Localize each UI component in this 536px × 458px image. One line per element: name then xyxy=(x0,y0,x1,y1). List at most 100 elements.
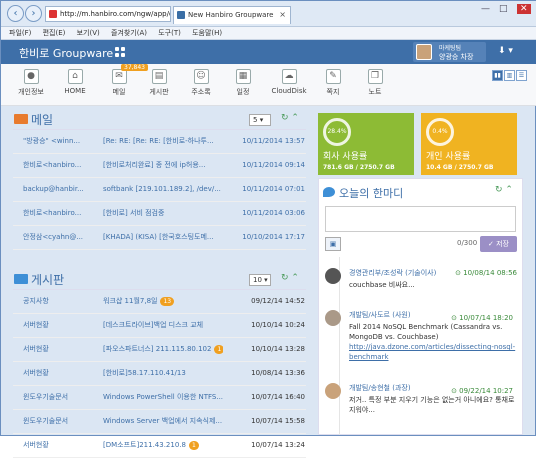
board-subject[interactable]: [한비로]58.17.110.41/13 xyxy=(103,362,223,385)
home-icon: ⌂ xyxy=(67,69,83,84)
mail-subject[interactable]: [KHADA] (KISA) [한국호스팅도메... xyxy=(103,226,223,249)
menu-help[interactable]: 도움말(H) xyxy=(192,29,222,37)
app-grid-icon[interactable] xyxy=(115,47,125,57)
url-text: http://m.hanbiro.com/ngw/app/de xyxy=(60,10,171,18)
mail-panel: 메일 5 ▾ ↻ ⌃ "방광승" <winn... [Re: RE: [Re: R… xyxy=(13,108,306,250)
layout-2col-icon[interactable]: ▮▮ xyxy=(492,70,503,81)
toolbar-item-note[interactable]: ✎ 쪽지 xyxy=(311,69,355,97)
board-category: 서버현황 xyxy=(23,369,49,377)
mail-panel-header: 메일 5 ▾ ↻ ⌃ xyxy=(13,108,306,130)
toolbar-label: 개인정보 xyxy=(18,88,44,96)
board-subject[interactable]: Windows Server 백업에서 지속식제... xyxy=(103,410,223,433)
menu-favorites[interactable]: 즐겨찾기(A) xyxy=(111,29,147,37)
mail-subject[interactable]: softbank [219.101.189.2], /dev/... xyxy=(103,178,223,201)
board-subject[interactable]: [파오스파트너스] 211.115.80.102 1 xyxy=(103,338,223,361)
board-page-size-value: 10 xyxy=(253,276,262,284)
maximize-icon[interactable]: □ xyxy=(499,4,508,14)
browser-menubar: 파일(F) 편집(E) 보기(V) 즐겨찾기(A) 도구(T) 도움말(H) xyxy=(1,27,536,40)
board-row[interactable]: 윈도우기술문서 Windows Server 백업에서 지속식제... 10/07/… xyxy=(13,410,306,434)
cloud-icon: ☁ xyxy=(281,69,297,84)
back-icon[interactable]: ‹ xyxy=(7,5,24,22)
board-subject[interactable]: 워크샵 11월7,8일 13 xyxy=(103,290,223,313)
layout-list-icon[interactable]: ☰ xyxy=(516,70,527,81)
minimize-icon[interactable]: — xyxy=(481,4,490,14)
menu-tools[interactable]: 도구(T) xyxy=(158,29,181,37)
refresh-icon[interactable]: ↻ ⌃ xyxy=(281,273,299,283)
toolbar-item-mail[interactable]: 37,843 ✉ 메일 xyxy=(97,64,148,97)
browser-window: ‹ › http://m.hanbiro.com/ngw/app/de New … xyxy=(0,0,536,458)
menu-file[interactable]: 파일(F) xyxy=(9,29,31,37)
mail-subject[interactable]: [한비로] 서비 점검중 xyxy=(103,202,223,225)
mail-row[interactable]: "방광승" <winn... [Re: RE: [Re: RE: [한비로-하나투… xyxy=(13,130,306,154)
board-icon: ▤ xyxy=(151,69,167,84)
board-row[interactable]: 서버현황 [파오스파트너스] 211.115.80.102 1 10/10/14 13… xyxy=(13,338,306,362)
toolbar-item-home[interactable]: ⌂ HOME xyxy=(53,69,97,95)
board-date: 10/07/14 13:24 xyxy=(251,441,305,449)
browser-tab[interactable]: New Hanbiro Groupware × xyxy=(173,6,291,24)
refresh-icon[interactable]: ↻ ⌃ xyxy=(495,185,513,195)
toolbar-item-board[interactable]: ▤ 게시판 xyxy=(137,69,181,97)
toolbar-item-profile[interactable]: ● 개인정보 xyxy=(9,69,53,97)
avatar xyxy=(416,44,432,60)
note-icon: ✎ xyxy=(325,69,341,84)
mail-row[interactable]: 한비로<hanbiro... [한비로처리완료] 종 전에 ip허용... 10/1… xyxy=(13,154,306,178)
toolbar-label: 노트 xyxy=(368,88,382,96)
board-subject-text: 워크샵 11월7,8일 xyxy=(103,297,158,305)
daily-word-input[interactable] xyxy=(325,206,516,232)
board-page-size-select[interactable]: 10 ▾ xyxy=(249,274,271,286)
layout-switcher: ▮▮ ▥ ☰ xyxy=(491,70,527,81)
user-menu[interactable]: 마케팅팀 양광승 차장 xyxy=(413,42,486,62)
board-subject[interactable]: [데스크트라이브]백업 디스크 교체 xyxy=(103,314,223,337)
avatar xyxy=(325,268,341,284)
post-link[interactable]: http://java.dzone.com/articles/dissectin… xyxy=(349,342,517,362)
mail-page-size-select[interactable]: 5 ▾ xyxy=(249,114,271,126)
mail-row[interactable]: 한비로<hanbiro... [한비로] 서비 점검중 10/11/2014 03:… xyxy=(13,202,306,226)
mail-subject[interactable]: [Re: RE: [Re: RE: [한비로-하나투... xyxy=(103,130,223,153)
tab-close-icon[interactable]: × xyxy=(279,7,286,23)
layout-3col-icon[interactable]: ▥ xyxy=(504,70,515,81)
mail-subject[interactable]: [한비로처리완료] 종 전에 ip허용... xyxy=(103,154,223,177)
board-row[interactable]: 공지사항 워크샵 11월7,8일 13 09/12/14 14:52 xyxy=(13,290,306,314)
daily-word-title: 오늘의 한마디 xyxy=(339,187,404,200)
board-row[interactable]: 서버현황 [데스크트라이브]백업 디스크 교체 10/10/14 10:24 xyxy=(13,314,306,338)
board-row[interactable]: 서버현황 [DM소프트]211.43.210.8 1 10/07/14 13:24 xyxy=(13,434,306,458)
mail-from: 한비로<hanbiro... xyxy=(23,209,82,217)
timeline-line xyxy=(339,257,340,435)
board-subject[interactable]: Windows PowerShell 이용한 NTFS...2 xyxy=(103,386,223,409)
toolbar-item-contacts[interactable]: ☺ 주소록 xyxy=(179,69,223,97)
board-subject[interactable]: [DM소프트]211.43.210.8 1 xyxy=(103,434,223,457)
mail-from: backup@hanbir... xyxy=(23,185,84,193)
post-body: couchbase 비싸요... xyxy=(349,281,415,289)
mail-row[interactable]: backup@hanbir... softbank [219.101.189.2]… xyxy=(13,178,306,202)
save-button[interactable]: ✓ 저장 xyxy=(480,236,517,252)
mail-panel-icon xyxy=(14,114,28,124)
mail-from: "방광승" <winn... xyxy=(23,137,81,145)
mail-date: 10/10/2014 17:17 xyxy=(242,233,305,241)
toolbar-item-calendar[interactable]: ▦ 일정 xyxy=(221,69,265,97)
menu-edit[interactable]: 편집(E) xyxy=(43,29,66,37)
board-date: 10/07/14 16:40 xyxy=(251,393,305,401)
toolbar-item-notebook[interactable]: ❐ 노트 xyxy=(353,69,397,97)
board-row[interactable]: 윈도우기술문서 Windows PowerShell 이용한 NTFS...2 10… xyxy=(13,386,306,410)
toolbar-label: 일정 xyxy=(236,88,250,96)
person-icon: ● xyxy=(23,69,39,84)
timeline-post: 개발팀/송현철 (과장) ⊙ 09/22/14 10:27 저거.. 특정 부분… xyxy=(325,383,517,415)
close-window-icon[interactable]: ✕ xyxy=(517,4,531,14)
url-input[interactable]: http://m.hanbiro.com/ngw/app/de xyxy=(45,6,171,22)
board-category: 서버현황 xyxy=(23,441,49,449)
toolbar-label: CloudDisk xyxy=(271,87,307,95)
mail-from: 한비로<hanbiro... xyxy=(23,161,82,169)
download-icon[interactable]: ⬇ ▾ xyxy=(498,46,513,56)
menu-view[interactable]: 보기(V) xyxy=(77,29,100,37)
image-upload-icon[interactable]: ▣ xyxy=(325,237,341,251)
refresh-icon[interactable]: ↻ ⌃ xyxy=(281,113,299,123)
forward-icon[interactable]: › xyxy=(25,5,42,22)
mail-row[interactable]: 안정삼<cyahn@... [KHADA] (KISA) [한국호스팅도메... 1… xyxy=(13,226,306,250)
tab-title: New Hanbiro Groupware xyxy=(188,11,274,19)
board-row[interactable]: 서버현황 [한비로]58.17.110.41/13 10/08/14 13:36 xyxy=(13,362,306,386)
brand-title[interactable]: 한비로 Groupware xyxy=(19,45,113,61)
board-subject-text: [한비로]58.17.110.41/13 xyxy=(103,369,186,377)
post-time: ⊙ 10/08/14 08:56 xyxy=(455,269,517,277)
toolbar-item-clouddisk[interactable]: ☁ CloudDisk xyxy=(267,69,311,95)
mail-panel-title: 메일 xyxy=(31,113,54,127)
